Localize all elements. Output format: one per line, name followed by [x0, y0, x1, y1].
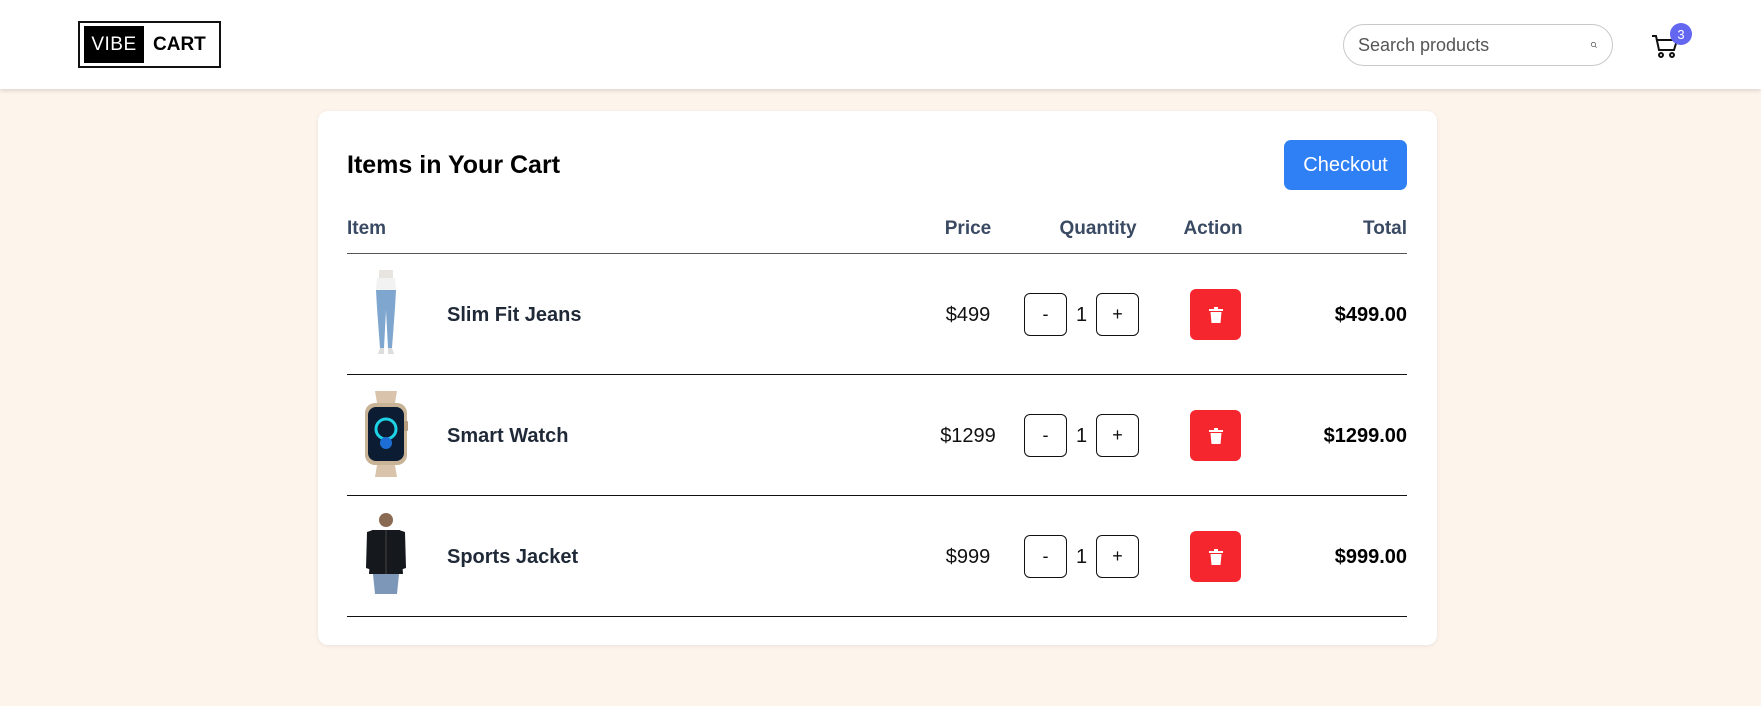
column-total: Total	[1363, 218, 1407, 239]
product-price: $999	[945, 546, 991, 568]
delete-button[interactable]	[1190, 289, 1241, 340]
table-header: Item Price Quantity Action Total	[347, 214, 1407, 254]
product-name[interactable]: Smart Watch	[447, 425, 569, 448]
column-action: Action	[1183, 218, 1243, 239]
product-name[interactable]: Sports Jacket	[447, 546, 578, 569]
column-quantity: Quantity	[1059, 218, 1137, 239]
logo-vibe: VIBE	[84, 26, 144, 63]
jacket-thumbnail	[366, 513, 406, 594]
column-item: Item	[347, 218, 387, 239]
logo[interactable]: VIBE CART	[78, 21, 221, 68]
jeans-thumbnail	[376, 270, 396, 354]
search-box	[1343, 24, 1613, 66]
product-price: $1299	[940, 425, 996, 447]
watch-thumbnail	[365, 391, 408, 477]
product-price: $499	[945, 304, 991, 326]
increase-quantity-button[interactable]: +	[1096, 414, 1139, 457]
trash-icon	[1208, 427, 1223, 444]
row-total: $499.00	[1334, 304, 1407, 326]
decrease-quantity-button[interactable]: -	[1024, 414, 1067, 457]
column-price: Price	[944, 218, 992, 239]
checkout-button[interactable]: Checkout	[1284, 140, 1407, 190]
decrease-quantity-button[interactable]: -	[1024, 535, 1067, 578]
product-name[interactable]: Slim Fit Jeans	[447, 304, 582, 327]
delete-button[interactable]	[1190, 410, 1241, 461]
trash-icon	[1208, 548, 1223, 565]
page-title: Items in Your Cart	[347, 151, 561, 179]
increase-quantity-button[interactable]: +	[1096, 293, 1139, 336]
quantity-value: 1	[1075, 546, 1088, 568]
logo-cart: CART	[153, 33, 206, 55]
decrease-quantity-button[interactable]: -	[1024, 293, 1067, 336]
search-icon[interactable]	[1590, 34, 1598, 56]
table-row: Sports Jacket $999 - 1 + $999.00	[347, 496, 1407, 617]
table-row: Slim Fit Jeans $499 - 1 + $499.00	[347, 254, 1407, 375]
quantity-value: 1	[1075, 425, 1088, 447]
cart-panel: Items in Your Cart Checkout Item Price Q…	[318, 111, 1437, 645]
row-total: $1299.00	[1323, 425, 1407, 447]
increase-quantity-button[interactable]: +	[1096, 535, 1139, 578]
table-row: Smart Watch $1299 - 1 + $1299.00	[347, 375, 1407, 496]
search-input[interactable]	[1358, 34, 1590, 56]
quantity-value: 1	[1075, 304, 1088, 326]
navbar: VIBE CART 3	[0, 0, 1761, 89]
cart-count-badge: 3	[1670, 23, 1692, 45]
trash-icon	[1208, 306, 1223, 323]
row-total: $999.00	[1334, 546, 1407, 568]
delete-button[interactable]	[1190, 531, 1241, 582]
